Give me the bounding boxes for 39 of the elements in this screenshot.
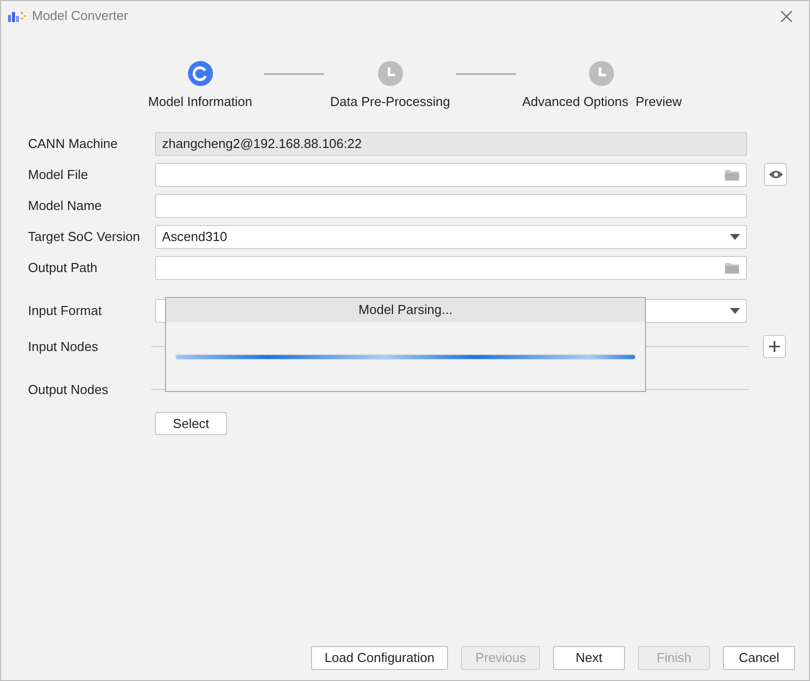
path-field[interactable] bbox=[155, 256, 747, 280]
field-label: Input Nodes bbox=[28, 338, 100, 356]
step-label: Model Information bbox=[148, 93, 252, 111]
step-tab[interactable]: Advanced Options Preview bbox=[520, 61, 684, 112]
clock-icon bbox=[589, 61, 614, 86]
step-tab[interactable]: Model Information bbox=[140, 61, 260, 112]
caret-icon bbox=[730, 234, 740, 240]
dialog-button[interactable]: Cancel bbox=[723, 646, 795, 670]
field-value: zhangcheng2@192.168.88.106:22 bbox=[162, 134, 362, 153]
dropdown-value: Ascend310 bbox=[162, 228, 228, 246]
step-label: Advanced Options Preview bbox=[522, 93, 682, 111]
field-label: Model Name bbox=[28, 196, 103, 215]
field-label: Output Nodes bbox=[28, 380, 110, 399]
dropdown[interactable]: Ascend310 bbox=[155, 224, 747, 248]
step-label: Data Pre-Processing bbox=[330, 93, 450, 111]
select-button[interactable]: Select bbox=[155, 412, 227, 435]
field-label: Model File bbox=[28, 166, 89, 184]
add-button[interactable] bbox=[763, 335, 786, 358]
app-logo-icon bbox=[8, 10, 26, 22]
input-field[interactable] bbox=[155, 194, 747, 218]
field-label: CANN Machine bbox=[28, 134, 119, 153]
dialog-button[interactable]: Load Configuration bbox=[310, 646, 448, 670]
dialog-title: Model Parsing... bbox=[166, 298, 645, 322]
folder-icon[interactable] bbox=[724, 168, 740, 181]
preview-button[interactable] bbox=[764, 163, 787, 186]
caret-icon bbox=[730, 308, 740, 314]
path-field[interactable] bbox=[155, 162, 747, 186]
progress-icon bbox=[188, 61, 213, 86]
folder-icon[interactable] bbox=[724, 261, 740, 274]
clock-icon bbox=[378, 61, 403, 86]
plus-icon bbox=[769, 341, 780, 352]
field-label: Output Path bbox=[28, 258, 98, 277]
field-label: Target SoC Version bbox=[28, 228, 142, 246]
step-tab[interactable]: Data Pre-Processing bbox=[328, 61, 452, 112]
field-label: Input Format bbox=[28, 302, 103, 320]
dialog-button[interactable]: Next bbox=[553, 646, 625, 670]
close-icon[interactable] bbox=[781, 10, 792, 22]
eye-icon bbox=[768, 170, 782, 179]
window-title: Model Converter bbox=[32, 7, 128, 26]
